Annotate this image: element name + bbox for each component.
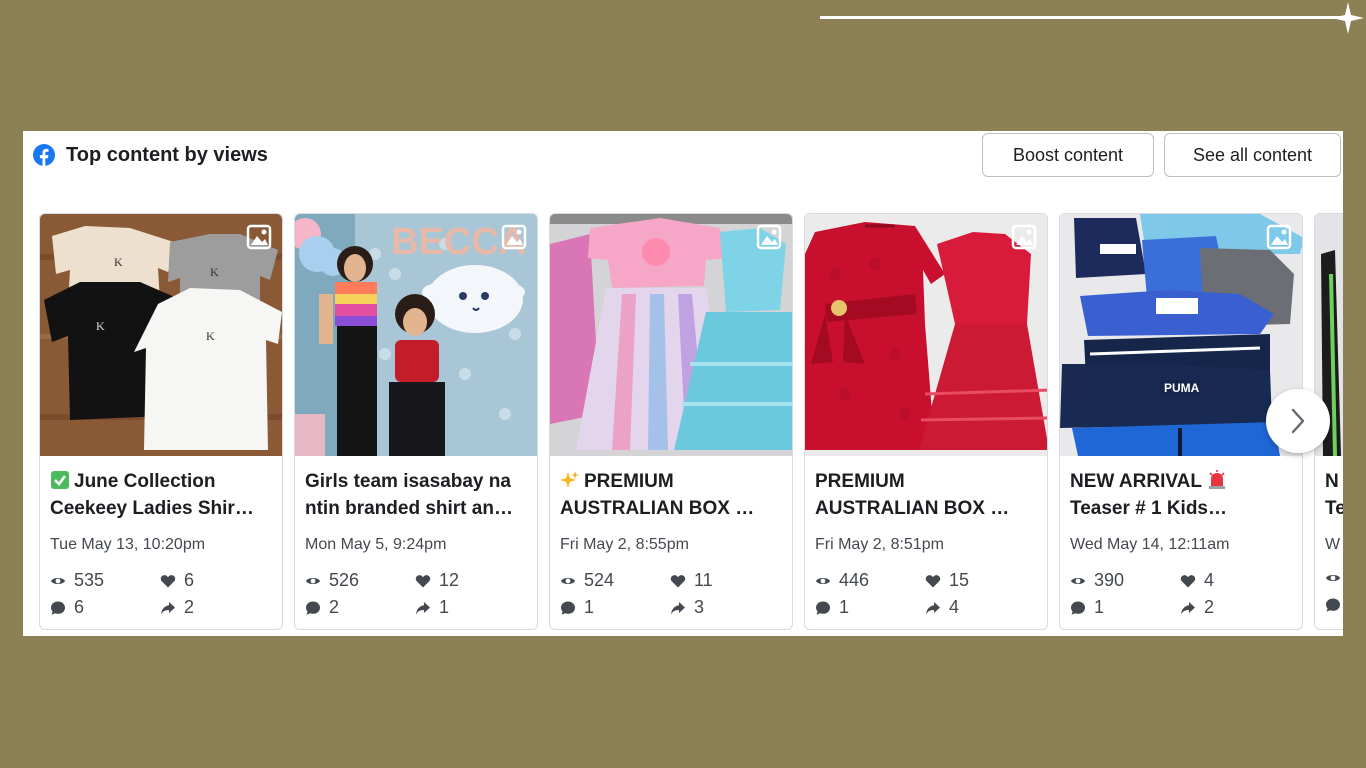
svg-text:K: K <box>96 319 105 333</box>
share-arrow-icon <box>416 601 430 614</box>
photo-icon <box>1011 224 1037 250</box>
eye-icon <box>1326 575 1340 581</box>
siren-emoji-icon <box>1208 470 1225 489</box>
photo-icon <box>1266 224 1292 250</box>
post-thumbnail[interactable] <box>550 214 792 456</box>
photo-icon <box>246 224 272 250</box>
comments-stat <box>1325 597 1341 613</box>
share-arrow-icon <box>161 601 175 614</box>
svg-text:K: K <box>210 265 219 279</box>
post-date: W <box>1325 536 1341 553</box>
post-title: N Te <box>1325 471 1343 519</box>
reactions-stat: 6 <box>160 570 194 591</box>
share-arrow-icon <box>671 601 685 614</box>
chevron-right-icon <box>1291 408 1305 434</box>
heart-icon <box>160 574 176 587</box>
post-date: Fri May 2, 8:51pm <box>815 536 944 553</box>
share-arrow-icon <box>1181 601 1195 614</box>
next-arrow-button[interactable] <box>1266 389 1330 453</box>
reactions-stat: 11 <box>670 570 713 591</box>
views-stat: 390 <box>1070 570 1124 591</box>
heart-icon <box>925 574 941 587</box>
post-thumbnail[interactable]: K K K K <box>40 214 282 456</box>
svg-text:PUMA: PUMA <box>1164 381 1200 395</box>
post-date: Tue May 13, 10:20pm <box>50 536 206 553</box>
views-stat <box>1325 570 1341 586</box>
post-date: Fri May 2, 8:55pm <box>560 536 689 553</box>
see-all-content-button[interactable]: See all content <box>1164 133 1341 177</box>
heart-icon <box>1180 574 1196 587</box>
shares-stat: 1 <box>415 597 449 618</box>
post-date: Wed May 14, 12:11am <box>1070 536 1230 553</box>
views-stat: 526 <box>305 570 359 591</box>
content-card[interactable]: BECCA Girls team isasabay na ntin brande… <box>294 213 538 630</box>
reactions-stat: 12 <box>415 570 459 591</box>
comment-icon <box>306 601 320 615</box>
comment-icon <box>561 601 575 615</box>
photo-icon <box>756 224 782 250</box>
content-card[interactable]: PREMIUM AUSTRALIAN BOX … Fri May 2, 8:55… <box>549 213 793 630</box>
reactions-stat: 4 <box>1180 570 1214 591</box>
eye-icon <box>816 577 830 584</box>
content-card[interactable]: K K K K June Collection Ceekeey Ladies S… <box>39 213 283 630</box>
eye-icon <box>561 577 575 584</box>
comments-stat: 1 <box>1070 597 1104 618</box>
comments-stat: 1 <box>560 597 594 618</box>
views-stat: 535 <box>50 570 104 591</box>
post-thumbnail[interactable]: BECCA <box>295 214 537 456</box>
shares-stat: 4 <box>925 597 959 618</box>
eye-icon <box>1071 577 1085 584</box>
content-card[interactable]: PREMIUM AUSTRALIAN BOX … Fri May 2, 8:51… <box>804 213 1048 630</box>
heart-icon <box>670 574 686 587</box>
comment-icon <box>51 601 65 615</box>
post-title: NEW ARRIVAL Teaser # 1 Kids… <box>1070 470 1228 519</box>
svg-text:K: K <box>206 329 215 343</box>
comments-stat: 6 <box>50 597 84 618</box>
heart-icon <box>415 574 431 587</box>
check-mark-emoji-icon <box>51 471 69 489</box>
panel-header: Top content by views Boost content See a… <box>23 131 1343 191</box>
comment-icon <box>1071 601 1085 615</box>
comment-icon <box>816 601 830 615</box>
photo-icon <box>501 224 527 250</box>
comments-stat: 2 <box>305 597 339 618</box>
panel-title: Top content by views <box>66 144 268 166</box>
share-arrow-icon <box>926 601 940 614</box>
post-date: Mon May 5, 9:24pm <box>305 536 447 553</box>
boost-content-button[interactable]: Boost content <box>982 133 1154 177</box>
svg-text:K: K <box>114 255 123 269</box>
shares-stat: 3 <box>670 597 704 618</box>
top-content-panel: Top content by views Boost content See a… <box>23 131 1343 636</box>
decorative-line <box>820 16 1340 19</box>
comments-stat: 1 <box>815 597 849 618</box>
eye-icon <box>306 577 320 584</box>
post-title: Girls team isasabay na ntin branded shir… <box>305 471 513 519</box>
post-thumbnail[interactable] <box>805 214 1047 456</box>
views-stat: 446 <box>815 570 869 591</box>
comment-icon <box>1326 598 1340 612</box>
post-title: June Collection Ceekeey Ladies Shir… <box>50 471 254 519</box>
views-stat: 524 <box>560 570 614 591</box>
shares-stat: 2 <box>1180 597 1214 618</box>
post-title: PREMIUM AUSTRALIAN BOX … <box>815 471 1010 519</box>
eye-icon <box>51 577 65 584</box>
sparkles-emoji-icon <box>560 471 579 488</box>
reactions-stat: 15 <box>925 570 969 591</box>
sparkle-star-icon <box>1332 2 1364 34</box>
post-title: PREMIUM AUSTRALIAN BOX … <box>560 471 755 519</box>
facebook-logo-icon <box>33 144 55 166</box>
shares-stat: 2 <box>160 597 194 618</box>
